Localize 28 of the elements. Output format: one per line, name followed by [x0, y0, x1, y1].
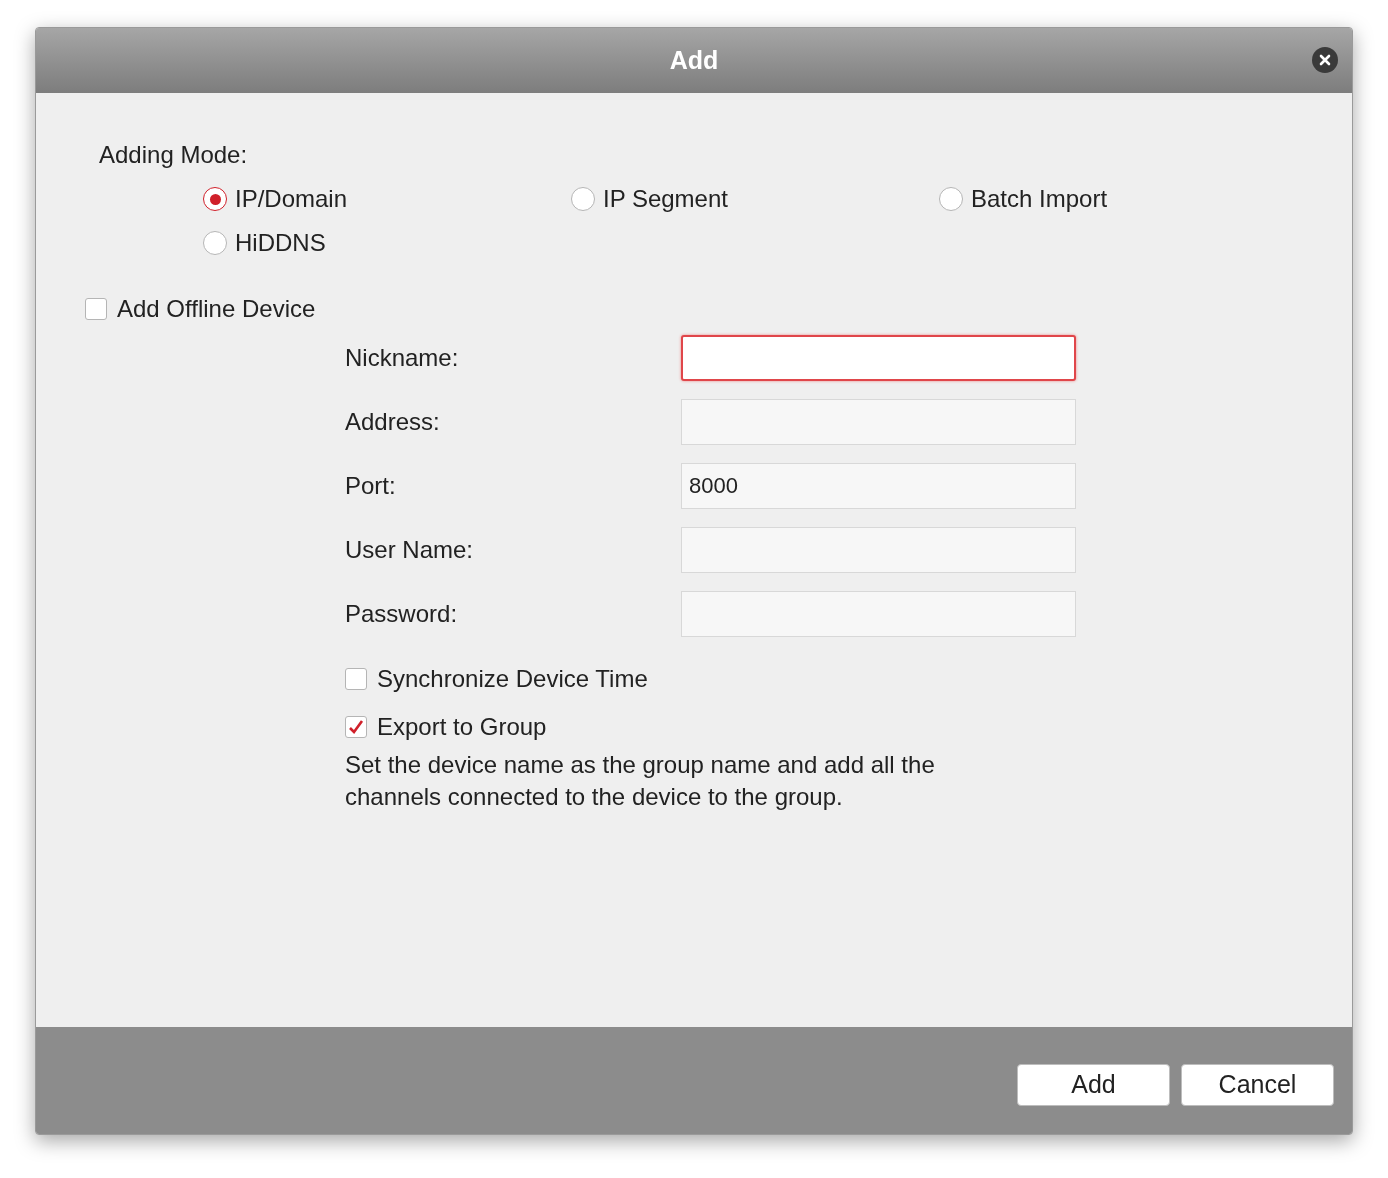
checkbox[interactable] [85, 298, 107, 320]
field-label: Password: [345, 599, 459, 629]
dialog-button[interactable]: Add [1017, 1063, 1170, 1106]
export-description: Set the device name as the group name and add all the channels connected to the device to the group. [345, 750, 936, 812]
input-field[interactable]: 8000 [681, 463, 1076, 509]
radio-label: Batch Import [971, 185, 1108, 213]
adding-mode-label: Adding Mode: [99, 141, 249, 169]
radio-button[interactable] [203, 187, 227, 211]
input-field[interactable] [681, 335, 1076, 381]
checkbox[interactable] [345, 716, 367, 738]
checkbox-label: Export to Group [377, 713, 547, 741]
radio-button[interactable] [571, 187, 595, 211]
radio-button[interactable] [939, 187, 963, 211]
close-icon [1319, 54, 1331, 66]
field-label: Nickname: [345, 343, 460, 373]
field-label: User Name: [345, 535, 475, 565]
checkbox-label: Synchronize Device Time [377, 665, 648, 693]
radio-label: HiDDNS [235, 229, 326, 257]
checkbox-label: Add Offline Device [117, 295, 316, 323]
radio-label: IP/Domain [235, 185, 348, 213]
field-label: Port: [345, 471, 397, 501]
radio-label: IP Segment [603, 185, 728, 213]
close-button[interactable] [1312, 47, 1338, 73]
radio-button[interactable] [203, 231, 227, 255]
dialog-button[interactable]: Cancel [1181, 1063, 1334, 1106]
checkbox[interactable] [345, 668, 367, 690]
field-label: Address: [345, 407, 441, 437]
window-title: Add [669, 44, 719, 76]
